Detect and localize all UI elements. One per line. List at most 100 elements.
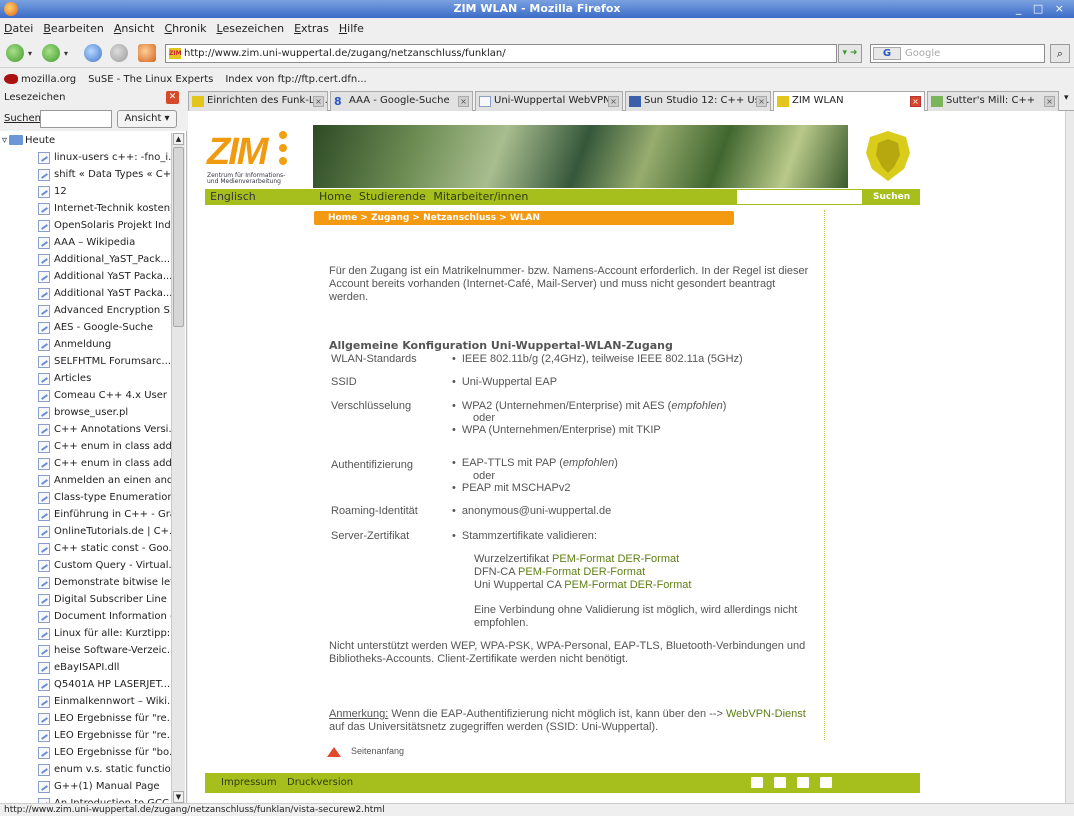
bookmark-item[interactable]: shift « Data Types « C+... xyxy=(0,166,171,183)
uni-der-link[interactable]: DER-Format xyxy=(630,579,692,591)
bookmark-item[interactable]: Linux für alle: Kurztipp: ... xyxy=(0,625,171,642)
tab-einrichten[interactable]: Einrichten des Funk-LA... × xyxy=(188,91,328,111)
bookmark-item[interactable]: 12 xyxy=(0,183,171,200)
bookmark-item[interactable]: SELFHTML Forumsarc... xyxy=(0,353,171,370)
dfn-pem-link[interactable]: PEM-Format xyxy=(518,566,580,578)
bookmark-ftp-index[interactable]: Index von ftp://ftp.cert.dfn... xyxy=(225,74,366,85)
menu-extras[interactable]: Extras xyxy=(294,22,329,35)
stop-button[interactable] xyxy=(110,44,128,62)
bookmark-item[interactable]: Document Information - ... xyxy=(0,608,171,625)
bookmark-item[interactable]: Einführung in C++ - Gra... xyxy=(0,506,171,523)
bookmark-item[interactable]: OnlineTutorials.de | C+... xyxy=(0,523,171,540)
menu-ansicht[interactable]: Ansicht xyxy=(114,22,155,35)
bookmark-item[interactable]: linux-users c++: -fno_i... xyxy=(0,149,171,166)
bookmark-item[interactable]: LEO Ergebnisse für "re... xyxy=(0,727,171,744)
tab-zim-wlan[interactable]: ZIM WLAN × xyxy=(773,91,925,112)
tab-sutters-mill[interactable]: Sutter's Mill: C++ × xyxy=(927,91,1059,111)
bookmark-item[interactable]: C++ Annotations Versi... xyxy=(0,421,171,438)
menu-lesezeichen[interactable]: Lesezeichen xyxy=(217,22,285,35)
nav-mitarbeiter-link[interactable]: Mitarbeiter/innen xyxy=(433,190,528,203)
search-input[interactable]: G Google xyxy=(870,44,1045,63)
bookmark-item[interactable]: Q5401A HP LASERJET... xyxy=(0,676,171,693)
bookmark-item[interactable]: Custom Query - Virtual... xyxy=(0,557,171,574)
back-button[interactable] xyxy=(6,44,24,62)
root-der-link[interactable]: DER-Format xyxy=(617,553,679,565)
bookmark-item[interactable]: eBayISAPI.dll xyxy=(0,659,171,676)
search-icon[interactable]: ⌕ xyxy=(1050,44,1070,63)
tab-webvpn[interactable]: Uni-Wuppertal WebVPN × xyxy=(475,91,623,111)
tab-close-icon[interactable]: × xyxy=(608,96,619,107)
bookmark-item[interactable]: OpenSolaris Projekt Ind... xyxy=(0,217,171,234)
sitemap-icon[interactable] xyxy=(797,777,809,788)
bookmark-item[interactable]: Einmalkennwort – Wiki... xyxy=(0,693,171,710)
sidebar-scrollbar[interactable]: ▲ ▼ xyxy=(171,133,185,803)
bookmark-item[interactable]: Advanced Encryption S... xyxy=(0,302,171,319)
reload-button[interactable] xyxy=(84,44,102,62)
tab-close-icon[interactable]: × xyxy=(313,96,324,107)
page-scrollbar[interactable] xyxy=(1065,111,1074,803)
bookmark-item[interactable]: AAA – Wikipedia xyxy=(0,234,171,251)
tab-close-icon[interactable]: × xyxy=(458,96,469,107)
bookmark-item[interactable]: C++ enum in class add... xyxy=(0,438,171,455)
tab-list-icon[interactable]: ▾ xyxy=(1064,93,1069,103)
site-search-button[interactable]: Suchen xyxy=(873,189,910,205)
back-dropdown-icon[interactable]: ▾ xyxy=(28,49,32,58)
bookmark-item[interactable]: browse_user.pl xyxy=(0,404,171,421)
zim-logo[interactable]: ZIM Zentrum für Informations-und Medienv… xyxy=(205,125,305,188)
uni-pem-link[interactable]: PEM-Format xyxy=(564,579,626,591)
menu-datei[interactable]: Datei xyxy=(4,22,33,35)
expand-arrow-icon[interactable]: ▿ xyxy=(2,135,7,146)
folder-heute[interactable]: ▿ Heute xyxy=(0,133,171,149)
language-link[interactable]: Englisch xyxy=(210,189,256,205)
nav-studierende-link[interactable]: Studierende xyxy=(359,190,426,203)
sidebar-search-input[interactable] xyxy=(40,110,112,128)
bookmark-item[interactable]: C++ static const - Goo... xyxy=(0,540,171,557)
go-button[interactable]: ▾ ➜ xyxy=(838,44,862,63)
close-icon[interactable]: ✕ xyxy=(166,91,179,104)
bookmark-item[interactable]: enum v.s. static functio... xyxy=(0,761,171,778)
bookmark-item[interactable]: Internet-Technik kostenl... xyxy=(0,200,171,217)
webvpn-link[interactable]: WebVPN-Dienst xyxy=(726,708,806,720)
bookmark-suse[interactable]: SuSE - The Linux Experts xyxy=(88,74,213,85)
bookmark-item[interactable]: Additional YaST Packa... xyxy=(0,285,171,302)
menu-chronik[interactable]: Chronik xyxy=(164,22,206,35)
bookmark-mozilla[interactable]: mozilla.org xyxy=(4,73,76,85)
bookmark-item[interactable]: C++ enum in class add... xyxy=(0,455,171,472)
print-version-link[interactable]: Druckversion xyxy=(287,773,353,793)
bookmark-item[interactable]: Anmeldung xyxy=(0,336,171,353)
scroll-up-icon[interactable]: ▲ xyxy=(173,133,184,145)
menu-hilfe[interactable]: Hilfe xyxy=(339,22,364,35)
breadcrumb[interactable]: Home > Zugang > Netzanschluss > WLAN xyxy=(314,211,734,225)
back-to-top-link[interactable]: Seitenanfang xyxy=(327,745,404,758)
bookmark-item[interactable]: Comeau C++ 4.x User ... xyxy=(0,387,171,404)
bookmark-item[interactable]: Articles xyxy=(0,370,171,387)
scroll-down-icon[interactable]: ▼ xyxy=(173,791,184,803)
bookmark-item[interactable]: LEO Ergebnisse für "re... xyxy=(0,710,171,727)
bookmark-item[interactable]: LEO Ergebnisse für "bo... xyxy=(0,744,171,761)
mail-icon[interactable] xyxy=(774,777,786,788)
tab-close-icon[interactable]: × xyxy=(910,96,921,107)
bookmark-item[interactable]: Demonstrate bitwise lef... xyxy=(0,574,171,591)
scrollbar-thumb[interactable] xyxy=(173,147,184,327)
forward-button[interactable] xyxy=(42,44,60,62)
search-engine-icon[interactable]: G xyxy=(873,47,901,60)
tab-google[interactable]: 8 AAA - Google-Suche × xyxy=(330,91,473,111)
bookmark-item[interactable]: Additional_YaST_Pack... xyxy=(0,251,171,268)
bookmark-item[interactable]: Class-type Enumeration xyxy=(0,489,171,506)
nav-home-link[interactable]: Home xyxy=(319,190,351,203)
bookmark-item[interactable]: Anmelden an einen and... xyxy=(0,472,171,489)
sidebar-view-button[interactable]: Ansicht ▾ xyxy=(117,110,177,128)
tab-close-icon[interactable]: × xyxy=(1044,96,1055,107)
print-icon[interactable] xyxy=(820,777,832,788)
menu-bearbeiten[interactable]: Bearbeiten xyxy=(43,22,103,35)
bookmark-item[interactable]: Digital Subscriber Line ... xyxy=(0,591,171,608)
tab-close-icon[interactable]: × xyxy=(756,96,767,107)
home-button[interactable] xyxy=(138,44,156,62)
bookmark-item[interactable]: Additional YaST Packa... xyxy=(0,268,171,285)
tab-sunstudio[interactable]: Sun Studio 12: C++ Us... × xyxy=(625,91,771,111)
dfn-der-link[interactable]: DER-Format xyxy=(583,566,645,578)
bookmark-item[interactable]: heise Software-Verzeic... xyxy=(0,642,171,659)
forward-dropdown-icon[interactable]: ▾ xyxy=(64,49,68,58)
impressum-link[interactable]: Impressum xyxy=(221,773,277,793)
root-pem-link[interactable]: PEM-Format xyxy=(552,553,614,565)
